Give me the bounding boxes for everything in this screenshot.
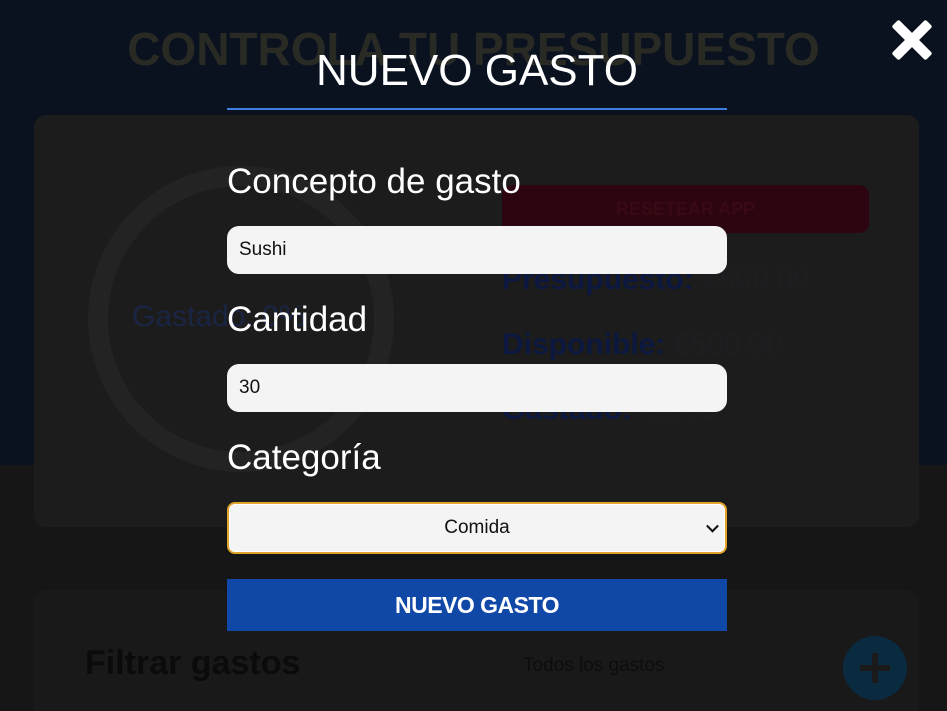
filter-select[interactable]: Todos los gastos [523,655,665,677]
categoria-selected-value: Comida [444,517,510,538]
categoria-select[interactable]: Comida [227,502,727,554]
categoria-label: Categoría [227,438,381,477]
stat-disponible: Disponible: €500.00 [502,328,782,362]
add-expense-plus-icon[interactable] [843,636,907,700]
stat-label: Disponible: [502,328,666,361]
filter-title: Filtrar gastos [85,644,301,682]
nuevo-gasto-submit-button[interactable]: NUEVO GASTO [227,579,727,631]
cantidad-label: Cantidad [227,300,368,339]
close-icon[interactable] [891,19,933,61]
concepto-input[interactable]: Sushi [227,226,727,274]
chevron-down-icon [706,519,719,533]
stat-value: €500.00 [673,328,783,361]
cantidad-input[interactable]: 30 [227,364,727,412]
modal-title: NUEVO GASTO [316,46,638,95]
concepto-label: Concepto de gasto [227,162,521,201]
modal-title-divider [227,108,727,110]
